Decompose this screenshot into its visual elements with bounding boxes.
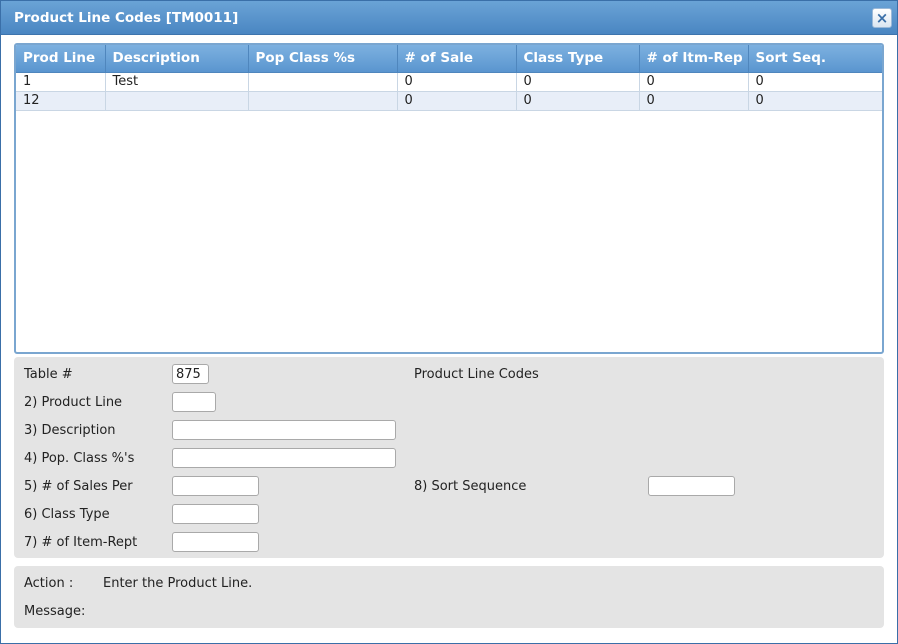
cell-prod-line: 12 — [16, 91, 106, 111]
product-line-table: Prod Line Description Pop Class %s # of … — [16, 45, 882, 111]
table-title: Product Line Codes — [414, 367, 539, 382]
table-number-label: Table # — [24, 367, 73, 382]
cell-itm-rep: 0 — [639, 72, 749, 92]
description-label: 3) Description — [24, 423, 116, 438]
description-input[interactable] — [172, 420, 396, 440]
dialog-window: Product Line Codes [TM0011] × Prod Line … — [0, 0, 898, 644]
column-header-prod-line[interactable]: Prod Line — [16, 45, 106, 73]
sort-sequence-input[interactable] — [648, 476, 735, 496]
cell-class-type: 0 — [516, 91, 640, 111]
cell-description: Test — [105, 72, 249, 92]
cell-pop-class — [248, 91, 398, 111]
action-text: Enter the Product Line. — [103, 576, 253, 591]
product-line-input[interactable] — [172, 392, 216, 412]
item-rept-label: 7) # of Item-Rept — [24, 535, 138, 550]
column-header-pop-class[interactable]: Pop Class %s — [248, 45, 398, 73]
close-button[interactable]: × — [872, 8, 892, 28]
item-rept-input[interactable] — [172, 532, 259, 552]
title-bar[interactable]: Product Line Codes [TM0011] × — [1, 1, 897, 35]
close-icon: × — [875, 8, 889, 27]
class-type-input[interactable] — [172, 504, 259, 524]
table-header-row: Prod Line Description Pop Class %s # of … — [16, 45, 882, 73]
action-label: Action : — [24, 576, 74, 591]
cell-sort-seq: 0 — [748, 91, 882, 111]
product-line-grid: Prod Line Description Pop Class %s # of … — [14, 43, 884, 354]
cell-prod-line: 1 — [16, 72, 106, 92]
edit-form-panel: Table # Product Line Codes 2) Product Li… — [14, 357, 884, 558]
table-number-field[interactable] — [172, 364, 209, 384]
cell-num-sale: 0 — [397, 72, 517, 92]
sort-sequence-label: 8) Sort Sequence — [414, 479, 527, 494]
cell-itm-rep: 0 — [639, 91, 749, 111]
product-line-label: 2) Product Line — [24, 395, 123, 410]
column-header-class-type[interactable]: Class Type — [516, 45, 640, 73]
message-label: Message: — [24, 604, 86, 619]
cell-class-type: 0 — [516, 72, 640, 92]
cell-num-sale: 0 — [397, 91, 517, 111]
column-header-sort-seq[interactable]: Sort Seq. — [748, 45, 882, 73]
cell-pop-class — [248, 72, 398, 92]
cell-description — [105, 91, 249, 111]
pop-class-input[interactable] — [172, 448, 396, 468]
table-row[interactable]: 12 0 0 0 0 — [16, 91, 882, 111]
sales-per-input[interactable] — [172, 476, 259, 496]
cell-sort-seq: 0 — [748, 72, 882, 92]
column-header-itm-rep[interactable]: # of Itm-Rep — [639, 45, 749, 73]
status-panel: Action : Enter the Product Line. Message… — [14, 566, 884, 628]
pop-class-label: 4) Pop. Class %'s — [24, 451, 135, 466]
sales-per-label: 5) # of Sales Per — [24, 479, 133, 494]
table-row[interactable]: 1 Test 0 0 0 0 — [16, 72, 882, 92]
class-type-label: 6) Class Type — [24, 507, 110, 522]
column-header-description[interactable]: Description — [105, 45, 249, 73]
window-title: Product Line Codes [TM0011] — [14, 10, 239, 26]
column-header-num-sale[interactable]: # of Sale — [397, 45, 517, 73]
